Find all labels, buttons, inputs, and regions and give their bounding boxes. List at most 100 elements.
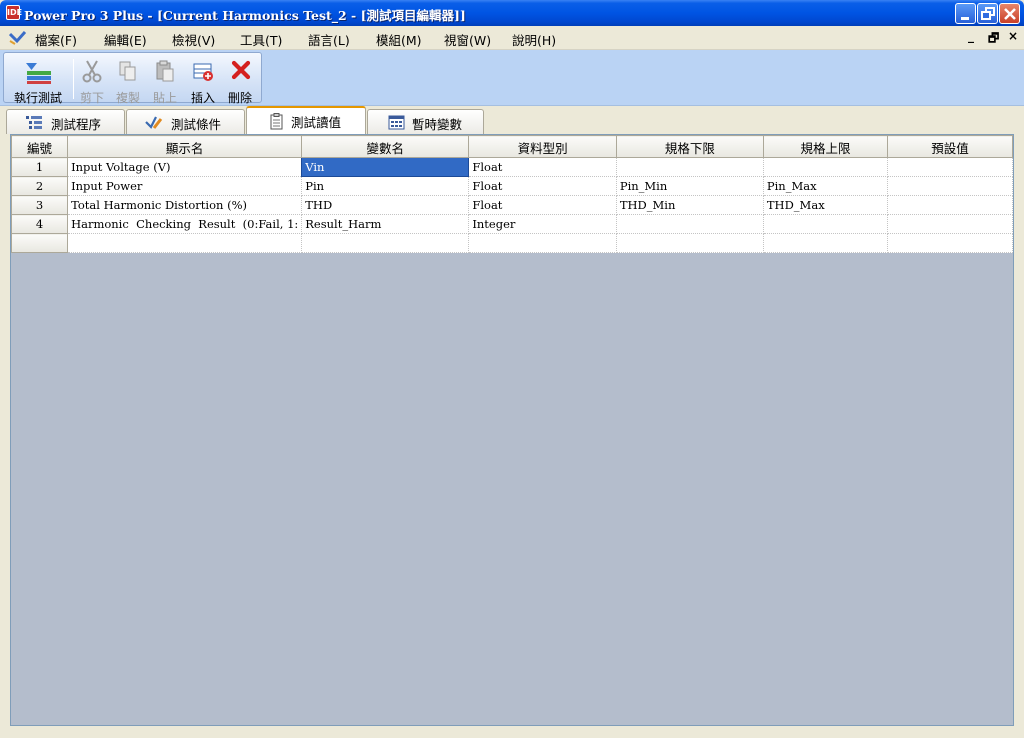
cell-data-type[interactable]: Float xyxy=(468,176,617,196)
minimize-button[interactable] xyxy=(955,3,976,24)
cell-lower-limit[interactable] xyxy=(615,157,764,177)
cell-display-name[interactable]: Total Harmonic Distortion (%) xyxy=(67,195,303,215)
cell-lower-limit[interactable] xyxy=(615,214,764,234)
column-header-upper-limit[interactable]: 規格上限 xyxy=(762,135,889,158)
cell-upper-limit[interactable] xyxy=(762,214,889,234)
restore-button[interactable] xyxy=(977,3,998,24)
menu-help[interactable]: 說明(H) xyxy=(512,30,556,49)
mdi-close-button[interactable]: × xyxy=(1008,29,1018,43)
delete-button[interactable]: 刪除 xyxy=(225,57,255,105)
cell-display-name[interactable]: Input Voltage (V) xyxy=(67,157,303,177)
toolbar-area: 執行測試 剪下 複製 貼上 插入 刪除 xyxy=(0,50,1024,106)
paste-button[interactable]: 貼上 xyxy=(150,57,180,105)
cell-default-value[interactable] xyxy=(887,176,1013,196)
tab-bar: 測試程序 測試條件 測試讀值 暫時變數 xyxy=(0,106,1024,134)
readings-workspace: 編號 顯示名 變數名 資料型別 規格下限 規格上限 預設值 1 Input Vo… xyxy=(10,134,1014,726)
cell-upper-limit[interactable] xyxy=(762,157,889,177)
window-title: Power Pro 3 Plus - [Current Harmonics Te… xyxy=(24,8,466,23)
close-button[interactable] xyxy=(999,3,1020,24)
close-icon xyxy=(1004,8,1016,20)
clipboard-icon xyxy=(270,113,283,130)
cell-display-name[interactable]: Harmonic Checking Result (0:Fail, 1: xyxy=(67,214,303,234)
minimize-icon xyxy=(961,17,969,20)
cell-data-type[interactable]: Integer xyxy=(468,214,617,234)
column-header-variable-name[interactable]: 變數名 xyxy=(301,135,470,158)
table-row[interactable]: 4 Harmonic Checking Result (0:Fail, 1: R… xyxy=(10,214,1013,234)
cell-data-type[interactable] xyxy=(468,233,617,253)
mdi-restore-button[interactable]: 🗗 xyxy=(988,29,999,50)
table-row[interactable]: 1 Input Voltage (V) Vin Float xyxy=(10,157,1013,177)
cell-variable-name-selected[interactable]: Vin xyxy=(301,157,470,177)
row-number[interactable] xyxy=(10,233,69,253)
cell-display-name[interactable]: Input Power xyxy=(67,176,303,196)
menu-file[interactable]: 檔案(F) xyxy=(35,30,77,49)
menu-view[interactable]: 檢視(V) xyxy=(172,30,215,49)
copy-button[interactable]: 複製 xyxy=(113,57,143,105)
row-number[interactable]: 1 xyxy=(10,157,69,177)
cell-default-value[interactable] xyxy=(887,195,1013,215)
column-header-number[interactable]: 編號 xyxy=(10,135,69,158)
tab-temp-variables[interactable]: 暫時變數 xyxy=(367,109,484,134)
app-icon: IDE xyxy=(6,5,22,20)
table-row[interactable]: 3 Total Harmonic Distortion (%) THD Floa… xyxy=(10,195,1013,215)
cell-upper-limit[interactable]: Pin_Max xyxy=(762,176,889,196)
tab-test-readings[interactable]: 測試讀值 xyxy=(246,106,366,134)
cell-lower-limit[interactable]: THD_Min xyxy=(615,195,764,215)
column-header-data-type[interactable]: 資料型別 xyxy=(468,135,617,158)
cell-default-value[interactable] xyxy=(887,233,1013,253)
menu-module[interactable]: 模組(M) xyxy=(376,30,422,49)
row-number[interactable]: 4 xyxy=(10,214,69,234)
tab-test-procedure[interactable]: 測試程序 xyxy=(6,109,125,134)
grid-header-row: 編號 顯示名 變數名 資料型別 規格下限 規格上限 預設值 xyxy=(10,135,1013,158)
menu-edit[interactable]: 編輯(E) xyxy=(104,30,147,49)
cell-upper-limit[interactable]: THD_Max xyxy=(762,195,889,215)
table-row[interactable]: 2 Input Power Pin Float Pin_Min Pin_Max xyxy=(10,176,1013,196)
cut-label: 剪下 xyxy=(79,91,104,105)
mdi-minimize-button[interactable]: _ xyxy=(968,29,974,43)
red-x-icon xyxy=(231,60,251,80)
menu-tools[interactable]: 工具(T) xyxy=(240,30,282,49)
cell-data-type[interactable]: Float xyxy=(468,195,617,215)
document-menu-icon[interactable] xyxy=(9,31,26,45)
cell-lower-limit[interactable] xyxy=(615,233,764,253)
cell-data-type[interactable]: Float xyxy=(468,157,617,177)
restore-icon xyxy=(981,7,995,20)
run-test-label: 執行測試 xyxy=(13,91,62,105)
copy-icon xyxy=(119,61,136,81)
paste-icon xyxy=(156,60,174,82)
tab-label: 測試讀值 xyxy=(291,115,342,130)
row-number[interactable]: 2 xyxy=(10,176,69,196)
row-number[interactable]: 3 xyxy=(10,195,69,215)
cut-button[interactable]: 剪下 xyxy=(77,57,107,105)
title-bar: IDE Power Pro 3 Plus - [Current Harmonic… xyxy=(0,0,1024,26)
cell-variable-name[interactable]: Pin xyxy=(301,176,470,196)
scissors-icon xyxy=(82,60,102,83)
tab-test-conditions[interactable]: 測試條件 xyxy=(126,109,245,134)
toolbar-separator xyxy=(73,59,74,99)
insert-label: 插入 xyxy=(190,91,215,105)
cell-default-value[interactable] xyxy=(887,157,1013,177)
column-header-lower-limit[interactable]: 規格下限 xyxy=(615,135,764,158)
status-bar xyxy=(0,728,1024,738)
calendar-icon xyxy=(388,115,405,130)
cell-upper-limit[interactable] xyxy=(762,233,889,253)
menu-bar: 檔案(F) 編輯(E) 檢視(V) 工具(T) 語言(L) 模組(M) 視窗(W… xyxy=(0,26,1024,50)
cell-default-value[interactable] xyxy=(887,214,1013,234)
tab-label: 測試條件 xyxy=(171,117,222,132)
run-test-button[interactable]: 執行測試 xyxy=(7,57,69,105)
cell-display-name[interactable] xyxy=(67,233,303,253)
column-header-default-value[interactable]: 預設值 xyxy=(887,135,1013,158)
list-icon xyxy=(26,116,42,129)
cell-variable-name[interactable] xyxy=(301,233,470,253)
menu-window[interactable]: 視窗(W) xyxy=(444,30,491,49)
cell-variable-name[interactable]: Result_Harm xyxy=(301,214,470,234)
cell-lower-limit[interactable]: Pin_Min xyxy=(615,176,764,196)
column-header-display-name[interactable]: 顯示名 xyxy=(67,135,303,158)
readings-grid: 編號 顯示名 變數名 資料型別 規格下限 規格上限 預設值 1 Input Vo… xyxy=(10,135,1013,253)
cell-variable-name[interactable]: THD xyxy=(301,195,470,215)
menu-language[interactable]: 語言(L) xyxy=(308,30,350,49)
run-test-icon xyxy=(26,63,51,84)
insert-button[interactable]: 插入 xyxy=(188,57,218,105)
delete-label: 刪除 xyxy=(227,91,252,105)
new-row[interactable] xyxy=(10,233,1013,253)
